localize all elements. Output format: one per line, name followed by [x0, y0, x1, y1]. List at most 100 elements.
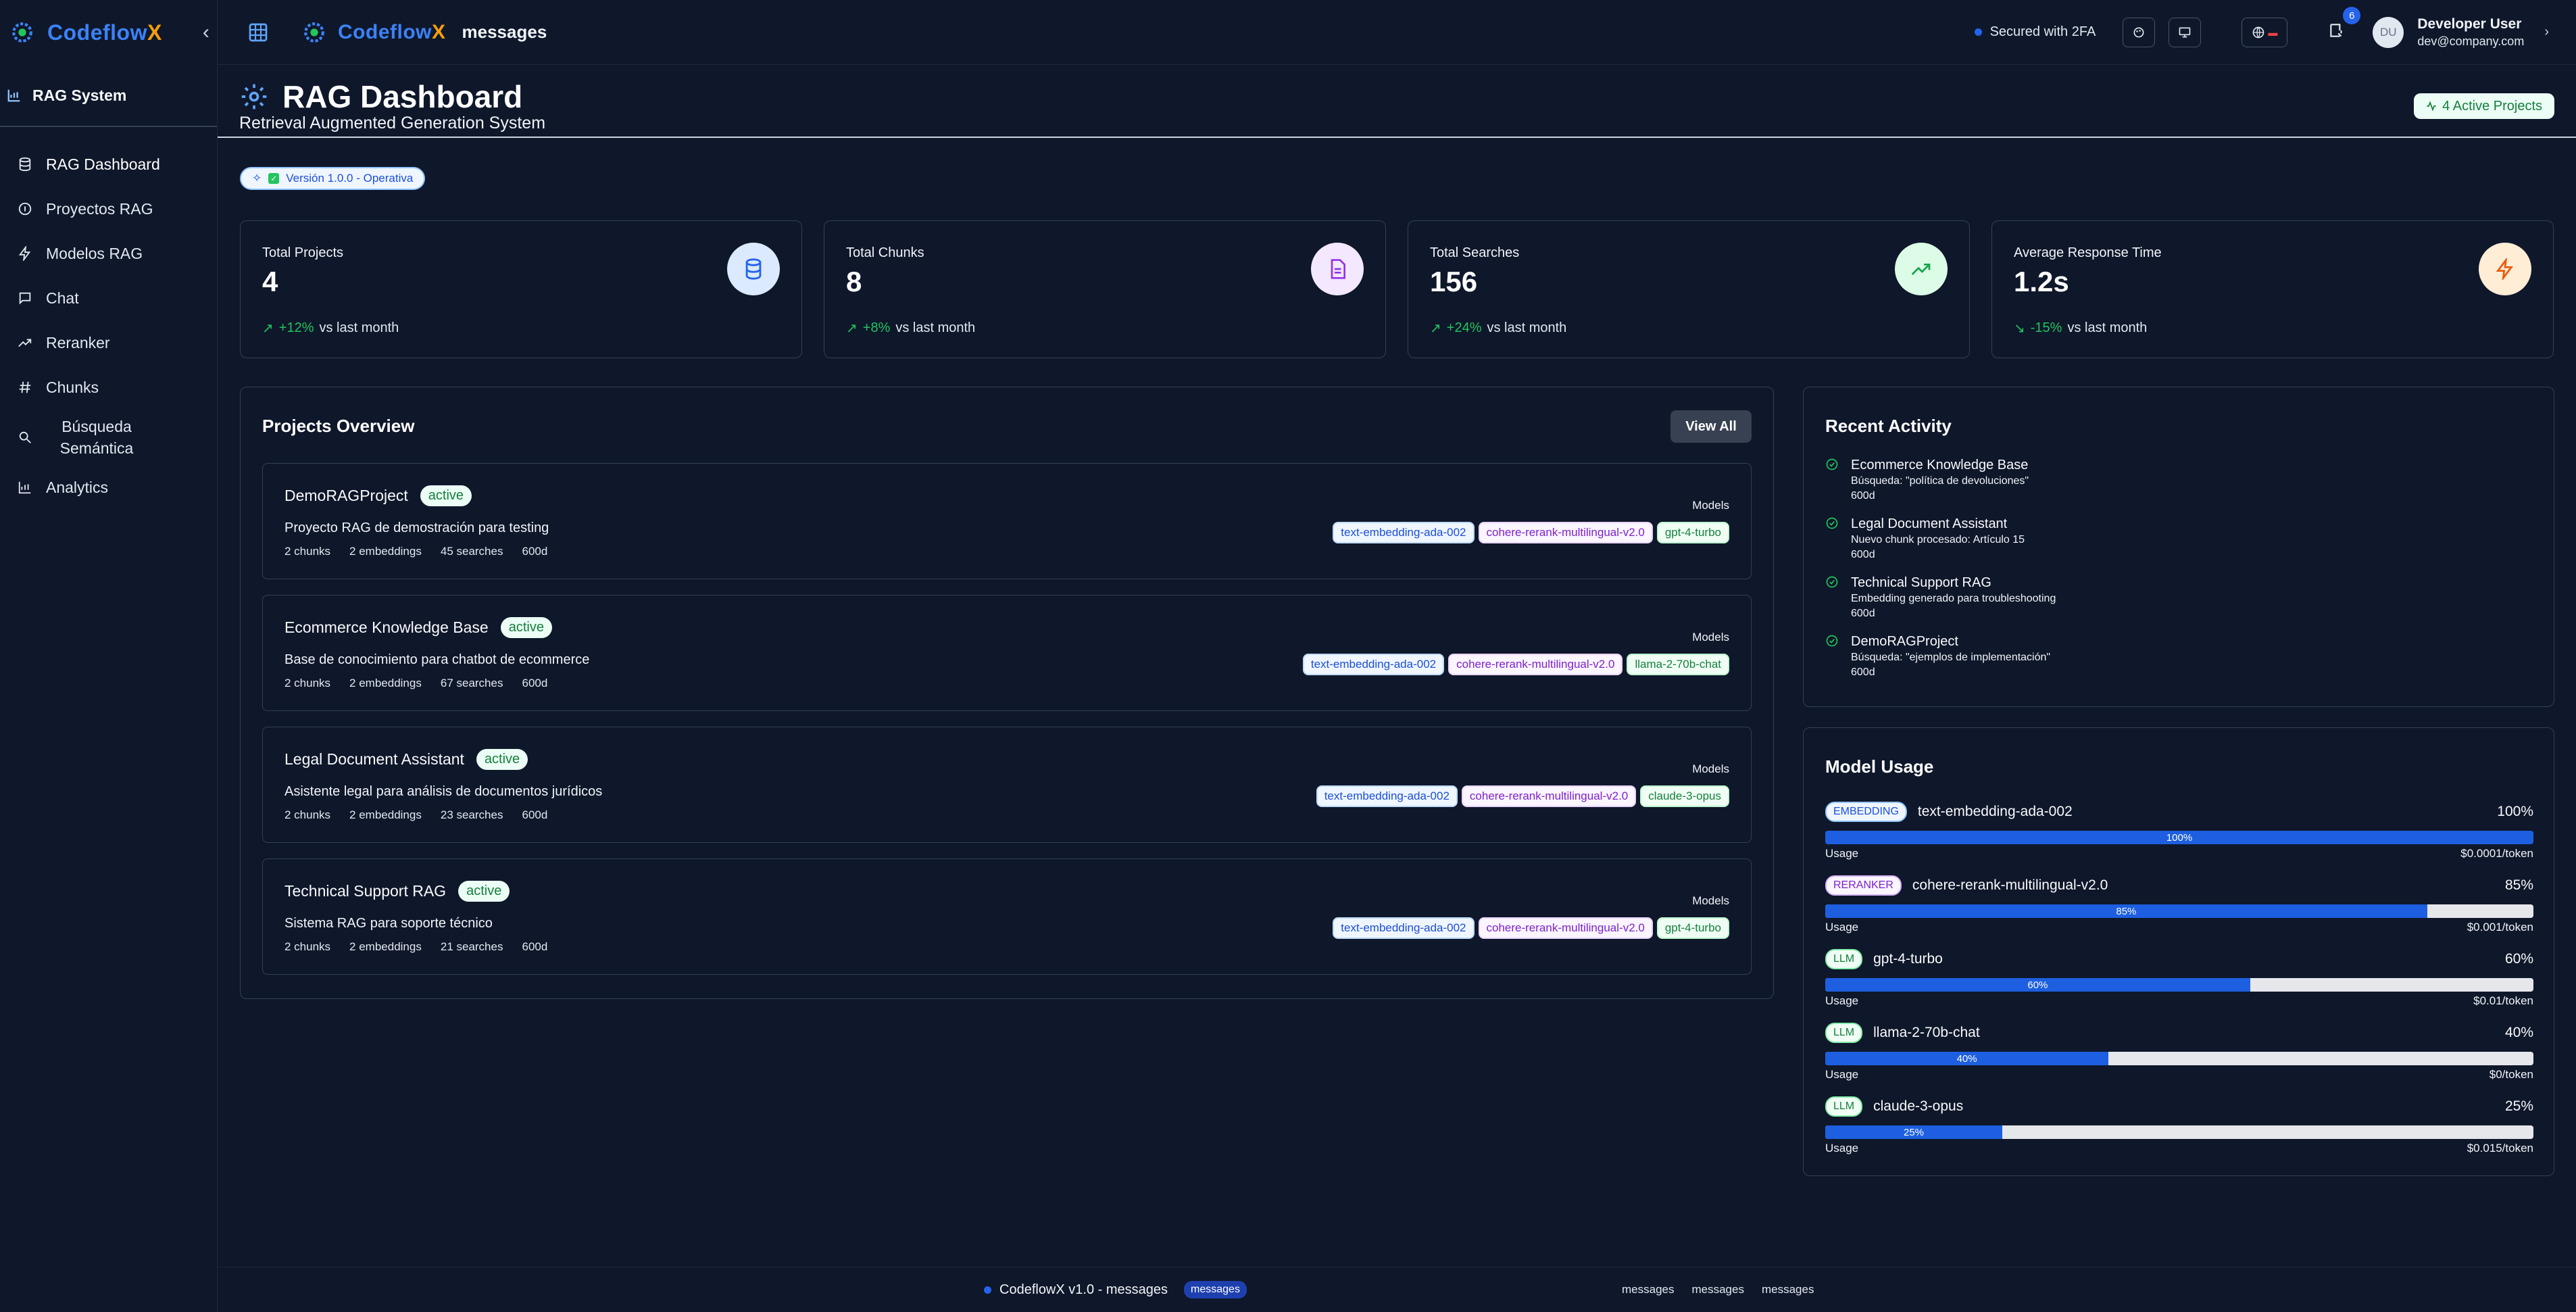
usage-bar: 40%: [1825, 1052, 2533, 1065]
chart-icon: [18, 481, 31, 494]
check-circle-icon: [1826, 635, 1838, 647]
trend-arrow-icon: ↘: [2014, 321, 2025, 336]
model-usage-panel: Model Usage EMBEDDING text-embedding-ada-…: [1803, 727, 2554, 1176]
stat-card-total-searches: Total Searches 156 ↗ +24% vs last month: [1408, 220, 1970, 358]
grid-icon[interactable]: [247, 22, 269, 43]
model-tag: claude-3-opus: [1640, 785, 1729, 807]
sidebar-item-modelos-rag[interactable]: Modelos RAG: [0, 231, 217, 276]
usage-bar: 25%: [1825, 1125, 2533, 1139]
avatar[interactable]: DU: [2373, 16, 2404, 48]
hash-icon: [19, 381, 31, 393]
footer-link[interactable]: messages: [1762, 1283, 1814, 1296]
model-usage-row: LLM claude-3-opus 25% 25% Usage $0.015/toke…: [1825, 1094, 2533, 1162]
page-header: RAG Dashboard Retrieval Augmented Genera…: [218, 72, 2576, 138]
topbar-brand-name: CodeflowX: [338, 20, 446, 43]
database-icon: [19, 157, 31, 172]
sidebar-item-analytics[interactable]: Analytics: [0, 465, 217, 510]
model-tag: text-embedding-ada-002: [1333, 522, 1475, 543]
status-badge: active: [458, 881, 510, 902]
usage-bar-fill: 60%: [1825, 978, 2250, 992]
activity-item: DemoRAGProject Búsqueda: "ejemplos de imp…: [1825, 633, 2050, 680]
chevron-icon[interactable]: ›: [2544, 24, 2549, 40]
sidebar-brand: CodeflowX ‹: [0, 0, 217, 65]
recent-activity-title: Recent Activity: [1825, 416, 1952, 436]
bolt-icon: [2479, 243, 2531, 295]
info-icon: [18, 202, 32, 216]
usage-bar-fill: 100%: [1825, 831, 2533, 844]
check-circle-icon: [1826, 517, 1838, 529]
secured-indicator: Secured with 2FA: [1974, 24, 2096, 40]
notification-icon: [2330, 24, 2342, 37]
status-dot-icon: [984, 1286, 991, 1294]
stat-card-average-response-time: Average Response Time 1.2s ↘ -15% vs last …: [1991, 220, 2554, 358]
page-subtitle: Retrieval Augmented Generation System: [239, 114, 546, 132]
language-button[interactable]: ▬: [2241, 17, 2288, 47]
usage-bar-fill: 25%: [1825, 1125, 2002, 1139]
version-badge: ✧ ✓ Versión 1.0.0 - Operativa: [240, 167, 426, 190]
recent-activity-panel: Recent Activity Ecommerce Knowledge Base…: [1803, 387, 2554, 707]
project-card[interactable]: Ecommerce Knowledge Base active Base de c…: [262, 595, 1752, 711]
status-badge: active: [476, 749, 528, 770]
gear-logo-icon: [304, 22, 324, 43]
activity-item: Ecommerce Knowledge Base Búsqueda: "polít…: [1825, 456, 2029, 504]
globe-icon: [2252, 26, 2264, 38]
document-icon: [1311, 243, 1364, 295]
view-all-button[interactable]: View All: [1670, 410, 1752, 443]
user-info[interactable]: Developer User dev@company.com: [2417, 16, 2524, 49]
database-icon: [727, 243, 780, 295]
trend-icon: [18, 339, 32, 347]
model-tags: text-embedding-ada-002 cohere-rerank-mul…: [1316, 785, 1729, 807]
status-badge: active: [420, 485, 472, 506]
search-icon: [19, 431, 31, 443]
model-type-badge: RERANKER: [1825, 875, 1902, 896]
projects-title: Projects Overview: [262, 416, 415, 436]
sidebar-item-proyectos-rag[interactable]: Proyectos RAG: [0, 187, 217, 231]
model-usage-title: Model Usage: [1825, 756, 1934, 777]
model-tags: text-embedding-ada-002 cohere-rerank-mul…: [1333, 522, 1729, 543]
sidebar-item-chat[interactable]: Chat: [0, 276, 217, 320]
project-card[interactable]: Legal Document Assistant active Asistente…: [262, 727, 1752, 843]
usage-bar-fill: 40%: [1825, 1052, 2109, 1065]
topbar-page-name: messages: [462, 22, 547, 42]
footer-badge: messages: [1184, 1281, 1247, 1298]
footer-text: CodeflowX v1.0 - messages: [999, 1282, 1168, 1297]
footer-link[interactable]: messages: [1622, 1283, 1674, 1296]
project-card[interactable]: Technical Support RAG active Sistema RAG …: [262, 858, 1752, 975]
stat-card-total-projects: Total Projects 4 ↗ +12% vs last month: [240, 220, 802, 358]
trend-arrow-icon: ↗: [1430, 321, 1441, 336]
usage-bar: 100%: [1825, 831, 2533, 844]
palette-button[interactable]: [2123, 17, 2156, 47]
collapse-sidebar-icon[interactable]: ‹: [203, 21, 209, 44]
project-card[interactable]: DemoRAGProject active Proyecto RAG de dem…: [262, 463, 1752, 579]
projects-overview-panel: Projects Overview View All DemoRAGProjec…: [240, 387, 1774, 999]
display-button[interactable]: [2169, 17, 2202, 47]
footer: CodeflowX v1.0 - messages messages messa…: [218, 1267, 2576, 1312]
model-tag: text-embedding-ada-002: [1302, 654, 1445, 675]
footer-link[interactable]: messages: [1691, 1283, 1743, 1296]
topbar-brand: CodeflowX messages: [303, 21, 547, 44]
sidebar-item-reranker[interactable]: Reranker: [0, 320, 217, 365]
status-badge: active: [500, 617, 552, 638]
model-type-badge: EMBEDDING: [1825, 802, 1907, 822]
notification-count: 6: [2343, 7, 2361, 24]
model-tag: cohere-rerank-multilingual-v2.0: [1461, 785, 1637, 807]
model-tags: text-embedding-ada-002 cohere-rerank-mul…: [1333, 917, 1729, 939]
chart-icon: [7, 89, 20, 102]
sidebar-item-rag-dashboard[interactable]: RAG Dashboard: [0, 142, 217, 187]
notifications-button[interactable]: 6: [2328, 7, 2361, 43]
check-circle-icon: [1826, 576, 1838, 588]
activity-icon: [2427, 101, 2436, 112]
palette-icon: [2133, 27, 2144, 37]
model-tag: cohere-rerank-multilingual-v2.0: [1448, 654, 1623, 675]
page-title: RAG Dashboard: [282, 79, 523, 114]
model-usage-row: EMBEDDING text-embedding-ada-002 100% 100%…: [1825, 800, 2533, 867]
trend-arrow-icon: ↗: [262, 321, 274, 336]
usage-bar: 60%: [1825, 978, 2533, 992]
sidebar-item-busqueda-semantica[interactable]: Búsqueda Semántica: [0, 410, 217, 465]
model-tag: gpt-4-turbo: [1656, 522, 1729, 543]
active-projects-badge: 4 Active Projects: [2414, 93, 2554, 119]
usage-bar-fill: 85%: [1825, 904, 2427, 918]
sidebar-item-chunks[interactable]: Chunks: [0, 365, 217, 410]
trend-arrow-icon: ↗: [846, 321, 858, 336]
chat-icon: [19, 292, 31, 305]
